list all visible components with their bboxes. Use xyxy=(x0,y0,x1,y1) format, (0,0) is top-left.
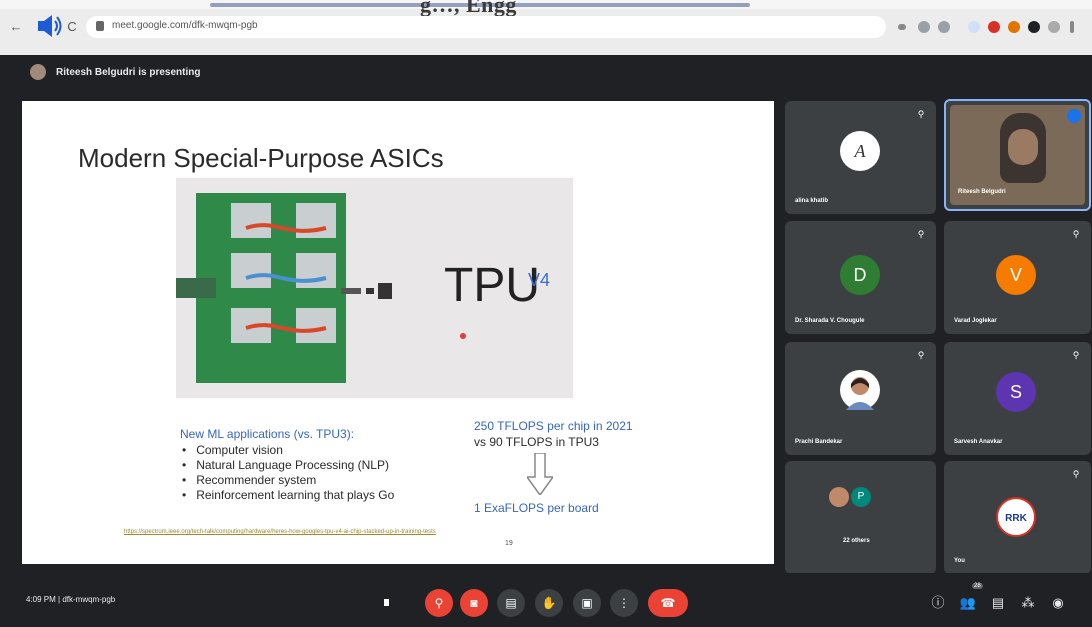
mic-icon: ⚲ xyxy=(1072,350,1080,360)
mouse-cursor xyxy=(384,599,389,606)
pin-icon[interactable] xyxy=(1067,109,1081,123)
mic-icon: ⚲ xyxy=(917,229,925,239)
profile-icon[interactable] xyxy=(1048,21,1060,33)
host-controls-icon[interactable]: ◉ xyxy=(1048,593,1068,613)
address-row: ← C meet.google.com/dfk-mwqm-pgb xyxy=(0,11,1092,43)
flops-line-1: 250 TFLOPS per chip in 2021 xyxy=(474,419,633,433)
avatar: S xyxy=(996,372,1036,412)
participant-name: Riteesh Belgudri xyxy=(958,189,1006,195)
mic-icon: ⚲ xyxy=(1072,469,1080,479)
presentation-slide: Modern Special-Purpose ASICs TPU V4 New … xyxy=(22,101,774,564)
avatar xyxy=(840,370,880,410)
tpu-photo: TPU V4 xyxy=(176,178,573,398)
star-icon[interactable] xyxy=(938,21,950,33)
apps-heading: New ML applications (vs. TPU3): xyxy=(180,427,355,441)
chat-icon[interactable]: ▤ xyxy=(988,593,1008,613)
more-options-button[interactable]: ⋮ xyxy=(610,589,638,617)
down-arrow-icon xyxy=(527,453,553,495)
participant-name: You xyxy=(954,558,965,564)
photo-avatar-icon xyxy=(846,377,874,410)
extension-icon[interactable] xyxy=(968,21,980,33)
participant-name: Varad Joglekar xyxy=(954,318,997,324)
back-button[interactable]: ← xyxy=(8,19,24,35)
people-icon[interactable]: 👥 xyxy=(958,593,978,613)
presenting-banner: Riteesh Belgudri is presenting xyxy=(30,62,200,82)
presenting-text: Riteesh Belgudri is presenting xyxy=(56,66,201,78)
avatar: V xyxy=(996,255,1036,295)
participant-name: Sarvesh Anavkar xyxy=(954,439,1003,445)
list-item: Computer vision xyxy=(182,443,394,458)
present-button[interactable]: ▣ xyxy=(573,589,601,617)
share-icon[interactable] xyxy=(918,21,930,33)
avatar: D xyxy=(840,255,880,295)
activities-icon[interactable]: ⁂ xyxy=(1018,593,1038,613)
participant-name: Dr. Sharada V. Chougule xyxy=(795,318,865,324)
others-avatar xyxy=(829,487,849,507)
info-icon[interactable]: ⓘ xyxy=(928,593,948,613)
speaker-icon xyxy=(38,15,62,37)
meeting-controls: 4:09 PM | dfk-mwqm-pgb ⚲ ◙ ▤ ✋ ▣ ⋮ ☎ ⓘ 👥… xyxy=(0,573,1092,627)
others-tile[interactable]: P 22 others xyxy=(785,461,936,574)
apps-list: Computer vision Natural Language Process… xyxy=(182,443,394,503)
participant-name: Prachi Bandekar xyxy=(795,439,843,445)
mic-icon: ⚲ xyxy=(917,109,925,119)
browser-chrome: g…, Engg ← C meet.google.com/dfk-mwqm-pg… xyxy=(0,0,1092,55)
avatar: RRK xyxy=(996,497,1036,537)
avatar: A xyxy=(840,131,880,171)
self-tile[interactable]: RRK ⚲ You xyxy=(944,461,1091,574)
exaflops-line: 1 ExaFLOPS per board xyxy=(474,501,599,515)
hang-up-button[interactable]: ☎ xyxy=(648,589,688,617)
source-link[interactable]: https://spectrum.ieee.org/tech-talk/comp… xyxy=(124,529,436,535)
window-title-strip: g…, Engg xyxy=(0,0,1092,17)
participant-tile[interactable]: V ⚲ Varad Joglekar xyxy=(944,221,1091,334)
mic-off-button[interactable]: ⚲ xyxy=(425,589,453,617)
list-item: Recommender system xyxy=(182,473,394,488)
url-text: meet.google.com/dfk-mwqm-pgb xyxy=(112,20,258,31)
laser-pointer xyxy=(460,333,466,339)
participant-name: alina khatib xyxy=(795,198,829,204)
connector-icon xyxy=(366,283,392,299)
address-bar[interactable]: meet.google.com/dfk-mwqm-pgb xyxy=(86,16,886,38)
participant-tile[interactable]: D ⚲ Dr. Sharada V. Chougule xyxy=(785,221,936,334)
puzzle-icon[interactable] xyxy=(1028,21,1040,33)
slide-page-number: 19 xyxy=(505,540,513,547)
others-count: 22 others xyxy=(843,538,870,544)
participant-tile[interactable]: A ⚲ alina khatib xyxy=(785,101,936,214)
participant-tile[interactable]: S ⚲ Sarvesh Anavkar xyxy=(944,342,1091,455)
reload-button[interactable]: C xyxy=(64,19,80,35)
captions-button[interactable]: ▤ xyxy=(497,589,525,617)
mic-icon: ⚲ xyxy=(917,350,925,360)
tpu-board-image xyxy=(176,178,361,398)
key-icon[interactable] xyxy=(898,24,906,30)
participant-tile[interactable]: Riteesh Belgudri xyxy=(944,99,1091,211)
camera-off-button[interactable]: ◙ xyxy=(460,589,488,617)
mic-icon: ⚲ xyxy=(1072,229,1080,239)
flops-line-2: vs 90 TFLOPS in TPU3 xyxy=(474,435,599,449)
participants-count-badge: 28 xyxy=(972,583,983,589)
meet-window: Riteesh Belgudri is presenting Modern Sp… xyxy=(0,55,1092,627)
presenter-avatar xyxy=(30,64,46,80)
tpu-label: TPU xyxy=(444,259,540,312)
raise-hand-button[interactable]: ✋ xyxy=(535,589,563,617)
list-item: Natural Language Processing (NLP) xyxy=(182,458,394,473)
participant-tile[interactable]: ⚲ Prachi Bandekar xyxy=(785,342,936,455)
slide-title: Modern Special-Purpose ASICs xyxy=(78,143,444,173)
tpu-version: V4 xyxy=(528,270,551,290)
lock-icon xyxy=(96,21,104,31)
menu-icon[interactable] xyxy=(1070,21,1074,33)
list-item: Reinforcement learning that plays Go xyxy=(182,488,394,503)
meeting-time-code: 4:09 PM | dfk-mwqm-pgb xyxy=(26,595,116,604)
participant-face xyxy=(1008,129,1038,165)
extension-red-icon[interactable] xyxy=(988,21,1000,33)
others-avatar: P xyxy=(851,487,871,507)
extension-orange-icon[interactable] xyxy=(1008,21,1020,33)
